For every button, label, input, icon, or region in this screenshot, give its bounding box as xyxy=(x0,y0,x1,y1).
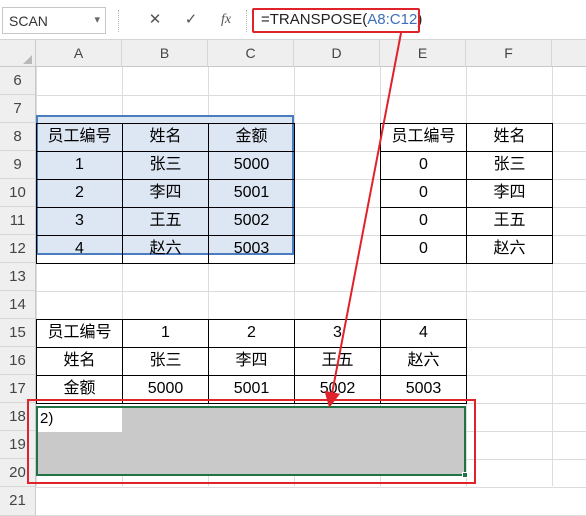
row-header-21[interactable]: 21 xyxy=(0,487,36,516)
annotation-arrow xyxy=(324,32,402,408)
